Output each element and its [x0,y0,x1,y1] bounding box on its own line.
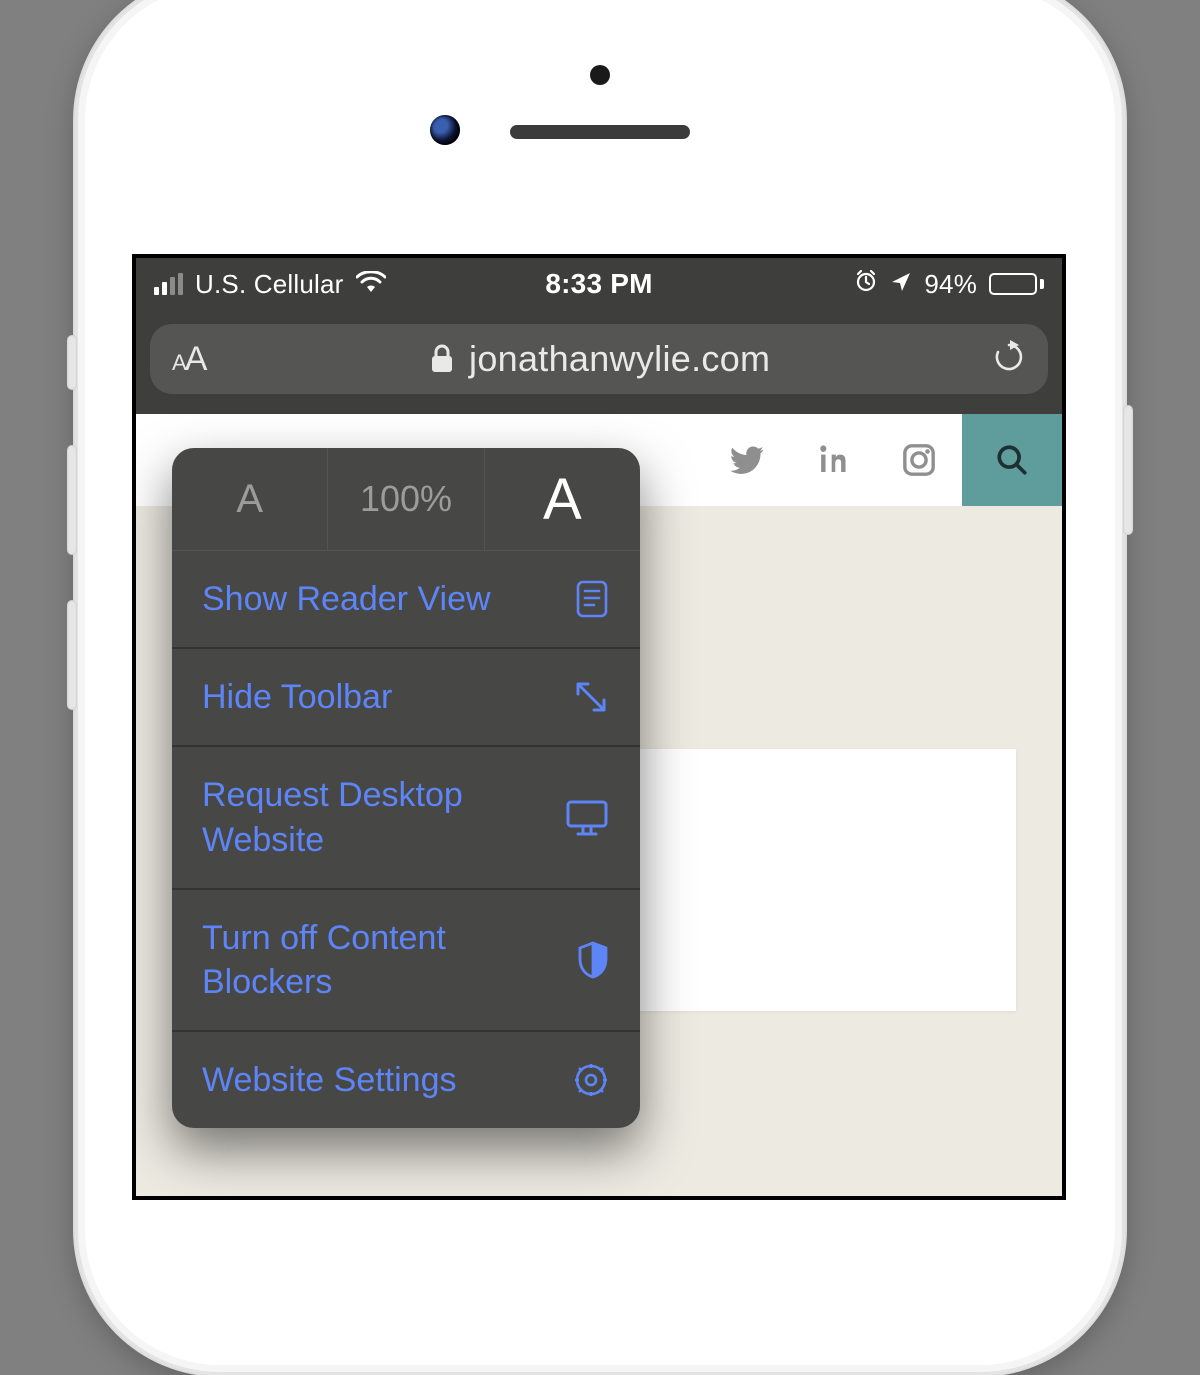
zoom-percentage-label: 100% [360,478,452,520]
status-bar: U.S. Cellular 8:33 PM 94% [136,258,1062,310]
mute-switch [67,335,77,390]
zoom-out-button[interactable]: A [172,448,328,550]
twitter-link[interactable] [704,414,790,506]
instagram-link[interactable] [876,414,962,506]
site-search-button[interactable] [962,414,1062,506]
volume-down-button [67,600,77,710]
text-size-popover: A 100% A Show Reader View Hide Toolbar [172,448,640,1128]
zoom-in-button[interactable]: A [485,448,640,550]
volume-up-button [67,445,77,555]
status-time: 8:33 PM [545,268,652,300]
wifi-icon [356,269,386,300]
linkedin-link[interactable] [790,414,876,506]
cellular-signal-icon [154,273,183,295]
url-host: jonathanwylie.com [469,338,770,380]
power-button [1123,405,1133,535]
carrier-label: U.S. Cellular [195,269,344,300]
lock-icon [429,344,455,374]
hide-toolbar-item[interactable]: Hide Toolbar [172,649,640,747]
desktop-icon [564,798,610,838]
battery-icon [989,273,1044,295]
website-settings-label: Website Settings [202,1058,572,1102]
request-desktop-item[interactable]: Request Desktop Website [172,747,640,889]
reader-view-item[interactable]: Show Reader View [172,551,640,649]
text-size-button[interactable]: AA [172,340,207,379]
zoom-out-label: A [236,477,263,522]
earpiece-speaker [510,125,690,139]
battery-percent: 94% [924,269,977,300]
gear-icon [572,1061,610,1099]
location-icon [890,269,912,300]
content-blockers-label: Turn off Content Blockers [202,916,576,1004]
reload-button[interactable] [992,340,1026,379]
request-desktop-label: Request Desktop Website [202,773,564,861]
screen: U.S. Cellular 8:33 PM 94% [132,254,1066,1200]
proximity-sensor [590,65,610,85]
website-settings-item[interactable]: Website Settings [172,1032,640,1128]
reader-icon [574,579,610,619]
hide-toolbar-label: Hide Toolbar [202,675,572,719]
zoom-in-label: A [543,466,582,533]
zoom-percentage[interactable]: 100% [328,448,484,550]
front-camera [430,115,460,145]
url-bar-container: AA jonathanwylie.com [136,310,1062,414]
content-blockers-item[interactable]: Turn off Content Blockers [172,890,640,1032]
expand-icon [572,678,610,716]
alarm-icon [854,269,878,300]
url-bar[interactable]: AA jonathanwylie.com [150,324,1048,394]
reader-view-label: Show Reader View [202,577,574,621]
shield-icon [576,940,610,980]
